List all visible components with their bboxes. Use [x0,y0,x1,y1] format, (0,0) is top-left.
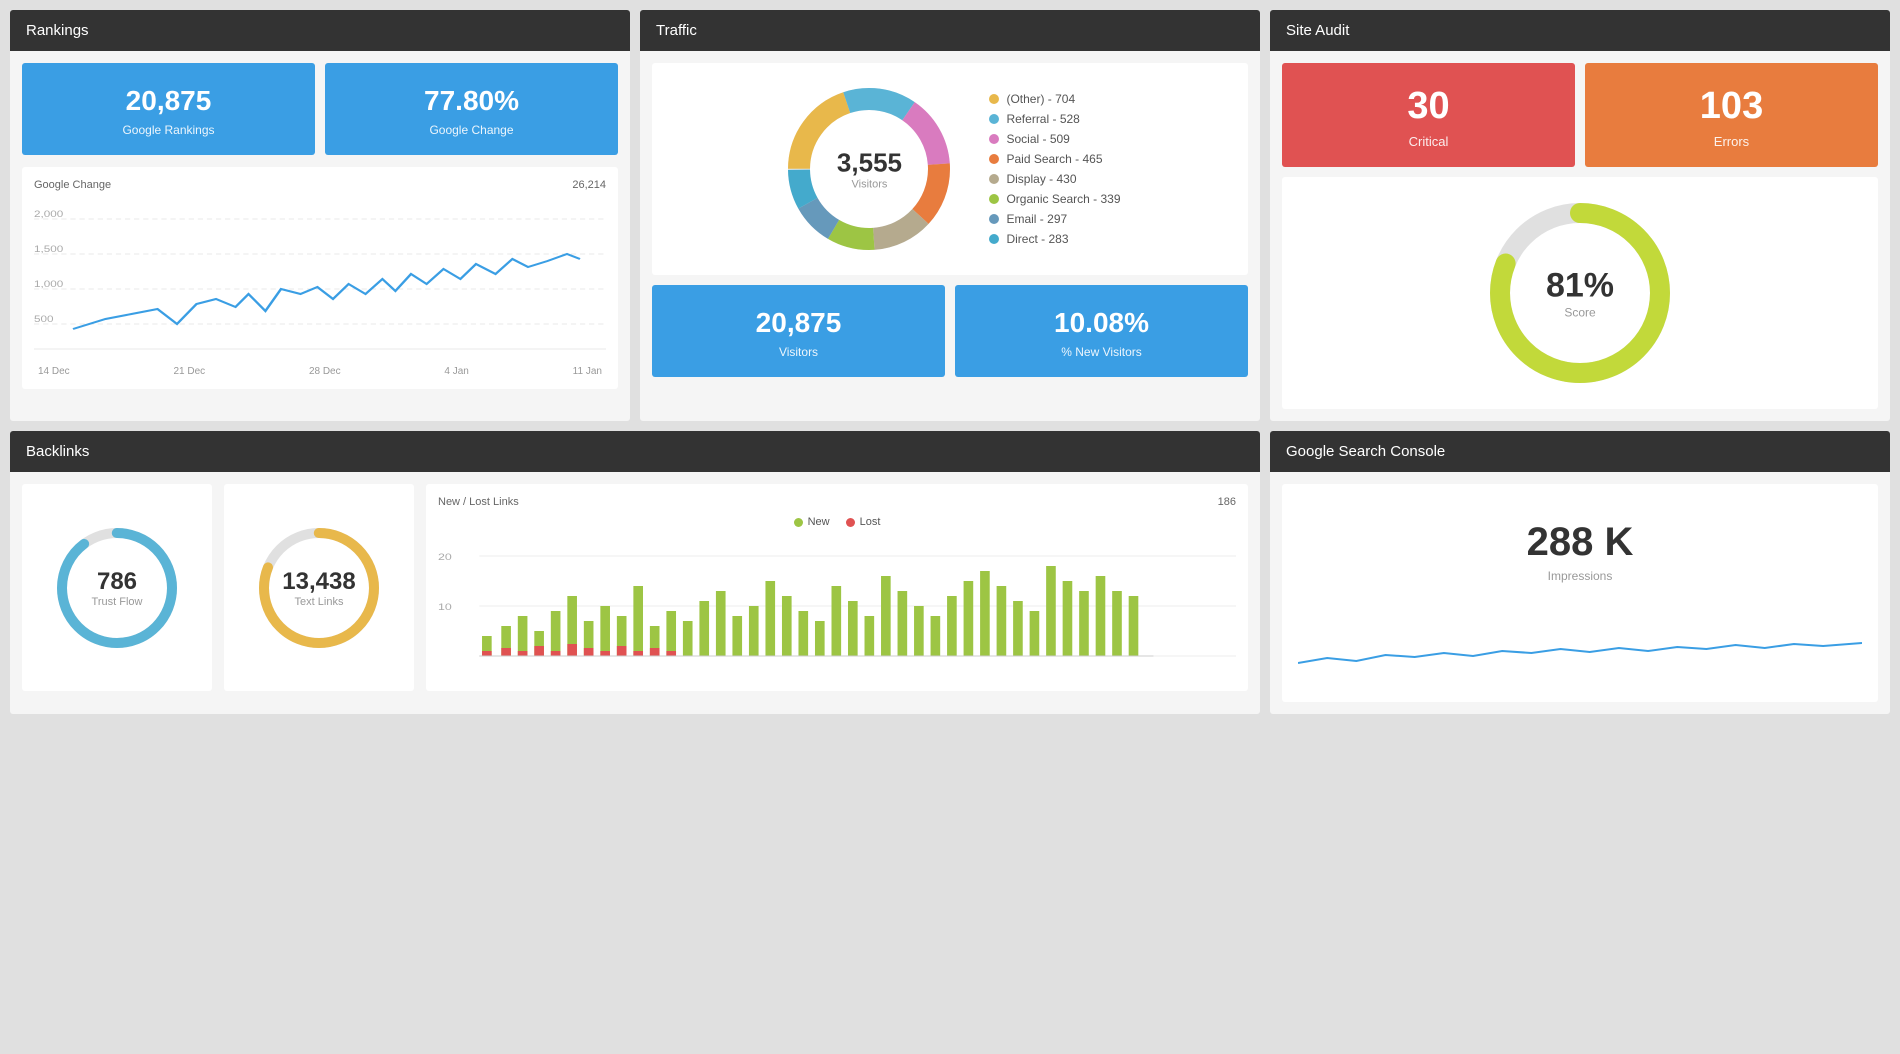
legend-dot-direct [989,234,999,244]
gsc-card: 288 K Impressions [1282,484,1878,702]
rankings-stat-cards: 20,875 Google Rankings 77.80% Google Cha… [22,63,618,155]
trust-flow-label: Trust Flow [92,596,143,608]
traffic-legend: (Other) - 704 Referral - 528 Social - 50… [989,92,1120,246]
gsc-title: Google Search Console [1286,443,1445,460]
legend-item-display: Display - 430 [989,172,1120,186]
traffic-title: Traffic [656,22,697,39]
google-rankings-value: 20,875 [38,85,299,117]
svg-text:10: 10 [438,603,452,613]
legend-dot-email [989,214,999,224]
legend-item-paid-search: Paid Search - 465 [989,152,1120,166]
total-visitors-card: 20,875 Visitors [652,285,945,377]
trust-flow-chart-wrapper: 786 Trust Flow [52,523,182,653]
svg-text:1,000: 1,000 [34,280,63,289]
site-audit-title: Site Audit [1286,22,1349,39]
legend-item-email: Email - 297 [989,212,1120,226]
rankings-panel: Rankings 20,875 Google Rankings 77.80% G… [10,10,630,421]
rankings-chart-header: Google Change 26,214 [34,179,606,191]
legend-dot-other [989,94,999,104]
text-links-center: 13,438 Text Links [282,568,355,608]
text-links-value: 13,438 [282,568,355,596]
google-change-card: 77.80% Google Change [325,63,618,155]
traffic-donut-wrapper: 3,555 Visitors [779,79,959,259]
legend-item-other: (Other) - 704 [989,92,1120,106]
text-links-chart-wrapper: 13,438 Text Links [254,523,384,653]
backlinks-bar-chart: New / Lost Links 186 New Lost [426,484,1248,691]
bar-chart-header: New / Lost Links 186 [438,496,1236,508]
gsc-header: Google Search Console [1270,431,1890,472]
legend-dot-referral [989,114,999,124]
svg-text:2,000: 2,000 [34,210,63,219]
rankings-header: Rankings [10,10,630,51]
text-links-card: 13,438 Text Links [224,484,414,691]
trust-flow-value: 786 [92,568,143,596]
bar-chart-total: 186 [1218,496,1236,508]
score-label: Score [1546,306,1614,320]
legend-item-organic: Organic Search - 339 [989,192,1120,206]
site-audit-panel: Site Audit 30 Critical 103 Errors [1270,10,1890,421]
legend-dot-display [989,174,999,184]
bar-legend-lost: Lost [846,516,881,528]
text-links-label: Text Links [282,596,355,608]
audit-errors-value: 103 [1601,85,1862,128]
x-axis-labels: 14 Dec 21 Dec 28 Dec 4 Jan 11 Jan [34,366,606,377]
bar-chart-title: New / Lost Links [438,496,519,508]
bar-legend-dot-new [794,518,803,527]
backlinks-title: Backlinks [26,443,89,460]
audit-critical-label: Critical [1298,134,1559,149]
bar-legend-new: New [794,516,830,528]
gsc-impressions-value: 288 K [1298,520,1862,565]
traffic-donut-card: 3,555 Visitors (Other) - 704 Referral - … [652,63,1248,275]
legend-dot-social [989,134,999,144]
gsc-panel: Google Search Console 288 K Impressions [1270,431,1890,714]
google-rankings-card: 20,875 Google Rankings [22,63,315,155]
new-visitors-label: % New Visitors [971,345,1232,359]
rankings-chart-total: 26,214 [572,179,606,191]
bar-chart-svg: 20 10 [438,536,1236,676]
audit-errors-label: Errors [1601,134,1862,149]
score-center: 81% Score [1546,267,1614,320]
audit-critical-card: 30 Critical [1282,63,1575,167]
score-value: 81% [1546,267,1614,306]
audit-stats: 30 Critical 103 Errors [1282,63,1878,167]
traffic-stats: 20,875 Visitors 10.08% % New Visitors [652,285,1248,377]
site-audit-header: Site Audit [1270,10,1890,51]
rankings-chart-container: Google Change 26,214 2,000 1,500 1,000 5… [22,167,618,389]
trust-flow-center: 786 Trust Flow [92,568,143,608]
rankings-title: Rankings [26,22,89,39]
new-visitors-value: 10.08% [971,307,1232,339]
google-rankings-label: Google Rankings [38,123,299,137]
rankings-chart-title: Google Change [34,179,111,191]
audit-errors-card: 103 Errors [1585,63,1878,167]
google-change-label: Google Change [341,123,602,137]
rankings-line-chart: 2,000 1,500 1,000 500 [34,199,606,359]
legend-item-direct: Direct - 283 [989,232,1120,246]
legend-item-social: Social - 509 [989,132,1120,146]
legend-dot-organic [989,194,999,204]
total-visitors-label: Visitors [668,345,929,359]
score-card: 81% Score [1282,177,1878,409]
score-donut-wrapper: 81% Score [1480,193,1680,393]
traffic-panel: Traffic [640,10,1260,421]
legend-dot-paid-search [989,154,999,164]
traffic-visitors-total: 3,555 [837,148,902,179]
gsc-impressions-label: Impressions [1298,569,1862,583]
traffic-visitors-label: Visitors [837,179,902,191]
google-change-value: 77.80% [341,85,602,117]
backlinks-panel: Backlinks 786 Trust Flow [10,431,1260,714]
bar-legend-dot-lost [846,518,855,527]
traffic-donut-center: 3,555 Visitors [837,148,902,191]
trust-flow-card: 786 Trust Flow [22,484,212,691]
traffic-header: Traffic [640,10,1260,51]
legend-item-referral: Referral - 528 [989,112,1120,126]
audit-critical-value: 30 [1298,85,1559,128]
bar-legend: New Lost [438,516,1236,528]
svg-text:500: 500 [34,315,54,324]
gsc-line-chart [1298,603,1862,683]
total-visitors-value: 20,875 [668,307,929,339]
svg-text:1,500: 1,500 [34,245,63,254]
svg-text:20: 20 [438,553,452,563]
backlinks-header: Backlinks [10,431,1260,472]
new-visitors-card: 10.08% % New Visitors [955,285,1248,377]
